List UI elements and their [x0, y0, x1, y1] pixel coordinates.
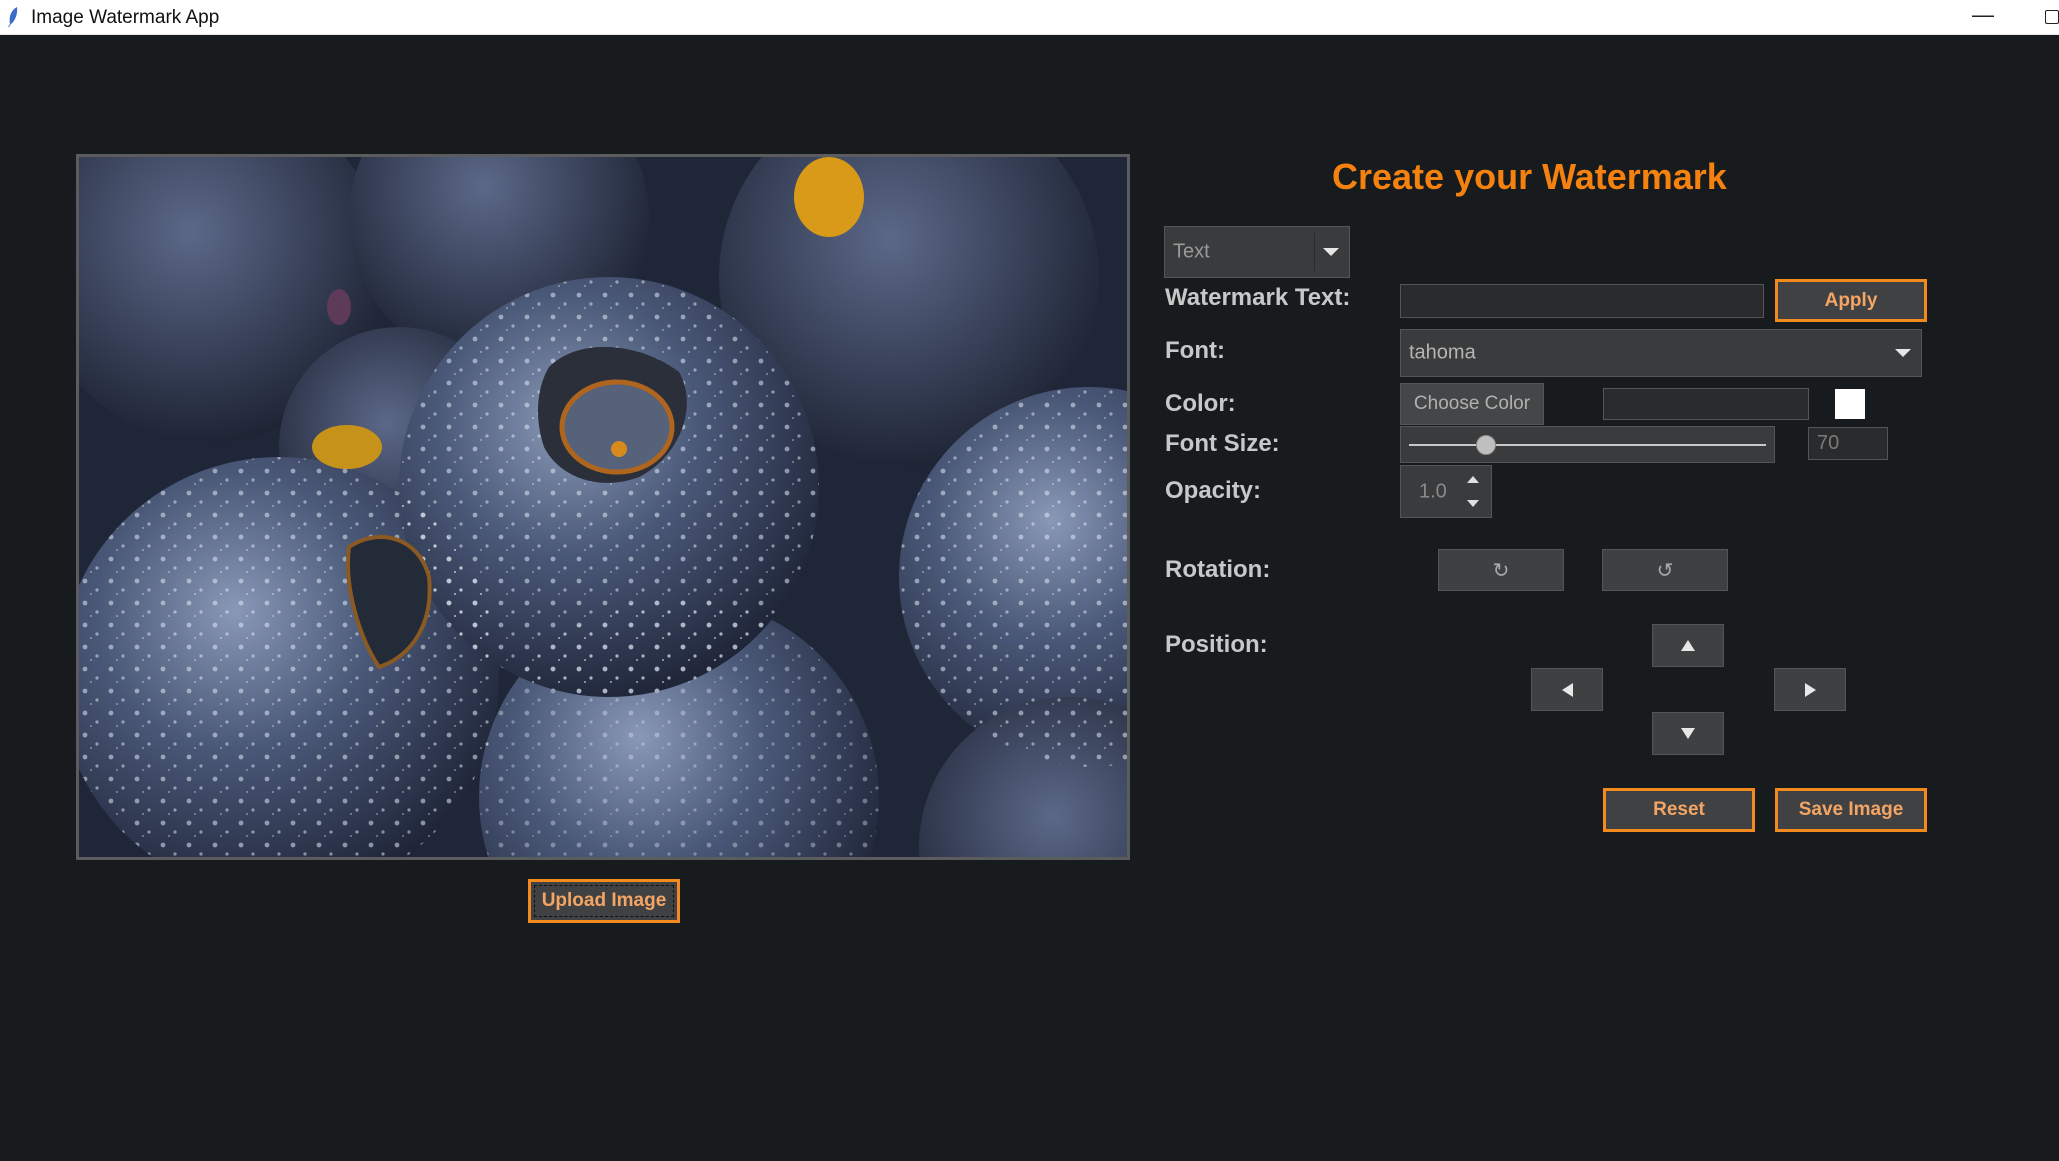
slider-thumb[interactable]: [1476, 435, 1497, 455]
arrow-up-icon: [1681, 640, 1695, 651]
image-preview: [76, 154, 1130, 860]
rotate-counterclockwise-icon: ↺: [1656, 559, 1674, 582]
spin-down-icon[interactable]: [1467, 500, 1479, 507]
font-value: tahoma: [1409, 341, 1476, 364]
watermark-type-value: Text: [1173, 240, 1210, 263]
move-right-button[interactable]: [1774, 668, 1846, 711]
rotate-clockwise-icon: ↻: [1492, 559, 1510, 582]
move-down-button[interactable]: [1652, 712, 1724, 755]
blueberries-photo: [79, 157, 1127, 857]
dropdown-separator: [1314, 233, 1315, 271]
watermark-text-label: Watermark Text:: [1165, 284, 1351, 311]
arrow-right-icon: [1804, 682, 1816, 697]
color-swatch: [1835, 389, 1865, 419]
rotate-counterclockwise-button[interactable]: ↺: [1602, 549, 1728, 591]
choose-color-button[interactable]: Choose Color: [1400, 383, 1544, 425]
position-label: Position:: [1165, 631, 1268, 658]
font-label: Font:: [1165, 337, 1225, 364]
window-title: Image Watermark App: [31, 7, 220, 28]
maximize-button[interactable]: [2045, 10, 2059, 24]
upload-image-button[interactable]: Upload Image: [528, 879, 680, 923]
slider-track: [1409, 444, 1766, 446]
feather-icon: [8, 7, 18, 27]
chevron-down-icon: [1895, 349, 1911, 357]
rotate-clockwise-button[interactable]: ↻: [1438, 549, 1564, 591]
title-bar: Image Watermark App —: [0, 0, 2059, 35]
spin-up-icon[interactable]: [1467, 476, 1479, 483]
color-label: Color:: [1165, 390, 1236, 417]
font-size-entry[interactable]: 70: [1808, 427, 1888, 460]
arrow-down-icon: [1681, 728, 1695, 739]
watermark-type-dropdown[interactable]: Text: [1164, 226, 1350, 278]
font-size-label: Font Size:: [1165, 430, 1280, 457]
color-hex-field[interactable]: [1603, 388, 1809, 420]
opacity-spinbox[interactable]: 1.0: [1400, 465, 1492, 518]
chevron-down-icon: [1323, 248, 1339, 256]
move-left-button[interactable]: [1531, 668, 1603, 711]
arrow-left-icon: [1561, 682, 1573, 697]
watermark-text-input[interactable]: [1400, 284, 1764, 318]
minimize-button[interactable]: —: [1972, 2, 1994, 28]
opacity-label: Opacity:: [1165, 477, 1262, 504]
save-image-button[interactable]: Save Image: [1775, 788, 1927, 832]
opacity-value: 1.0: [1419, 480, 1447, 502]
reset-button[interactable]: Reset: [1603, 788, 1755, 832]
rotation-label: Rotation:: [1165, 556, 1271, 583]
font-dropdown[interactable]: tahoma: [1400, 329, 1922, 377]
font-size-slider[interactable]: [1400, 426, 1775, 463]
apply-button[interactable]: Apply: [1775, 279, 1927, 322]
move-up-button[interactable]: [1652, 624, 1724, 667]
panel-heading: Create your Watermark: [1332, 156, 1727, 197]
